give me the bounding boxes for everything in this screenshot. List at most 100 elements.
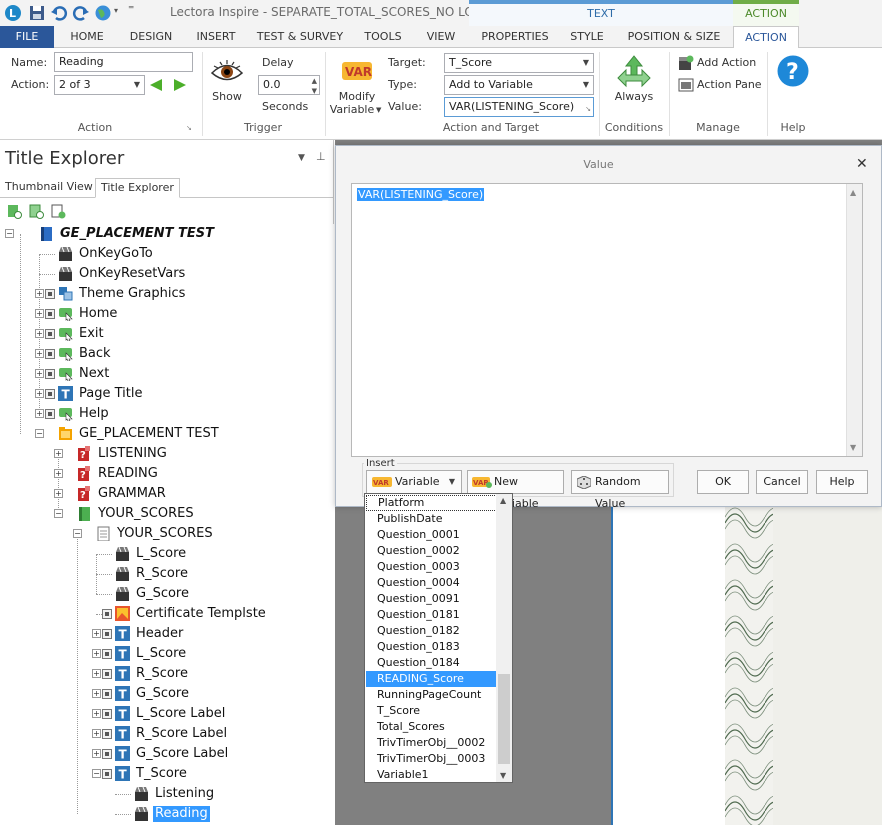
value-input[interactable]: VAR(LISTENING_Score) ↘	[444, 97, 594, 117]
action-pane-icon[interactable]	[678, 77, 694, 93]
tab-action[interactable]: ACTION	[733, 26, 799, 49]
collapse-icon[interactable]: −	[92, 769, 101, 778]
new-variable-button[interactable]: VAR New Variable	[467, 470, 564, 510]
undo-icon[interactable]	[50, 4, 68, 22]
name-input[interactable]: Reading	[54, 52, 193, 72]
visibility-checkbox[interactable]	[102, 749, 112, 759]
eye-icon[interactable]	[210, 58, 244, 86]
variable-list-item[interactable]: RunningPageCount	[366, 687, 497, 703]
tab-title-explorer[interactable]: Title Explorer	[95, 178, 180, 198]
variable-list-item[interactable]: Platform	[366, 495, 497, 511]
add-chapter-icon[interactable]	[6, 203, 22, 219]
tab-position-size[interactable]: POSITION & SIZE	[624, 26, 724, 48]
cancel-button[interactable]: Cancel	[756, 470, 808, 494]
random-value-button[interactable]: Random Value	[571, 470, 669, 510]
variable-list-item[interactable]: Question_0184	[366, 655, 497, 671]
qat-dropdown-icon[interactable]: ▾	[114, 6, 118, 15]
textarea-scrollbar[interactable]: ▲ ▼	[846, 184, 862, 456]
variable-list-item[interactable]: Question_0091	[366, 591, 497, 607]
visibility-checkbox[interactable]	[102, 609, 112, 619]
visibility-checkbox[interactable]	[102, 769, 112, 779]
variable-list-item[interactable]: T_Score	[366, 703, 497, 719]
expand-icon[interactable]: +	[54, 489, 63, 498]
expand-icon[interactable]: +	[92, 669, 101, 678]
variable-list-item[interactable]: Question_0183	[366, 639, 497, 655]
type-combo[interactable]: Add to Variable ▼	[444, 75, 594, 95]
action-pane-label[interactable]: Action Pane	[697, 78, 762, 91]
visibility-checkbox[interactable]	[45, 289, 55, 299]
expand-icon[interactable]: +	[35, 369, 44, 378]
panel-menu-icon[interactable]: ▼	[298, 153, 305, 163]
visibility-checkbox[interactable]	[45, 309, 55, 319]
add-action-icon[interactable]	[678, 55, 694, 71]
tab-file[interactable]: FILE	[0, 26, 54, 48]
variable-dropdown-list[interactable]: Platform PublishDate Question_0001 Question…	[364, 493, 513, 783]
scroll-up-icon[interactable]: ▲	[500, 496, 506, 505]
variable-list-item[interactable]: Total_Scores	[366, 719, 497, 735]
collapse-icon[interactable]: −	[35, 429, 44, 438]
pin-icon[interactable]: ⊥	[316, 150, 326, 163]
expand-icon[interactable]: +	[92, 689, 101, 698]
add-action-label[interactable]: Add Action	[697, 56, 756, 69]
visibility-checkbox[interactable]	[45, 349, 55, 359]
value-textarea[interactable]: VAR(LISTENING_Score) ▲ ▼	[351, 183, 863, 457]
dropdown-scrollbar[interactable]: ▲ ▼	[496, 494, 512, 782]
expand-icon[interactable]: +	[35, 409, 44, 418]
close-icon[interactable]: ✕	[856, 156, 868, 172]
chevron-down-icon[interactable]: ▼	[376, 106, 381, 114]
variable-list-item[interactable]: TrivTimerObj__0002	[366, 735, 497, 751]
expand-icon[interactable]: +	[92, 729, 101, 738]
variable-list-item[interactable]: Question_0002	[366, 543, 497, 559]
tab-home[interactable]: HOME	[62, 26, 112, 48]
collapse-icon[interactable]: −	[73, 529, 82, 538]
spinner-down-icon[interactable]: ▼	[312, 82, 317, 94]
expand-icon[interactable]: +	[35, 349, 44, 358]
help-button[interactable]: Help	[816, 470, 868, 494]
visibility-checkbox[interactable]	[45, 409, 55, 419]
show-label[interactable]: Show	[208, 90, 246, 103]
always-label[interactable]: Always	[606, 90, 662, 103]
expand-icon[interactable]: +	[35, 329, 44, 338]
next-action-arrow-icon[interactable]	[172, 77, 188, 93]
ok-button[interactable]: OK	[697, 470, 749, 494]
dialog-launcher-icon[interactable]: ↘	[186, 124, 192, 132]
variable-list-item[interactable]: Question_0181	[366, 607, 497, 623]
variable-list-item[interactable]: Question_0004	[366, 575, 497, 591]
variable-list-item[interactable]: Variable1	[366, 767, 497, 783]
variable-list-item[interactable]: Question_0001	[366, 527, 497, 543]
expand-icon[interactable]: +	[92, 649, 101, 658]
delay-spinner[interactable]: 0.0 ▲ ▼	[258, 75, 320, 95]
visibility-checkbox[interactable]	[45, 329, 55, 339]
visibility-checkbox[interactable]	[45, 369, 55, 379]
expand-icon[interactable]: +	[35, 389, 44, 398]
expand-icon[interactable]: +	[35, 309, 44, 318]
tab-insert[interactable]: INSERT	[192, 26, 240, 48]
visibility-checkbox[interactable]	[45, 389, 55, 399]
previous-action-arrow-icon[interactable]	[148, 77, 164, 93]
lectora-logo-icon[interactable]: L	[4, 4, 22, 22]
visibility-checkbox[interactable]	[102, 729, 112, 739]
always-condition-icon[interactable]	[616, 54, 652, 90]
qat-customize-icon[interactable]: ⁼	[128, 2, 134, 16]
tab-test-survey[interactable]: TEST & SURVEY	[254, 26, 346, 48]
expand-icon[interactable]: +	[92, 629, 101, 638]
collapse-icon[interactable]: −	[5, 229, 14, 238]
expand-icon[interactable]: +	[92, 749, 101, 758]
visibility-checkbox[interactable]	[102, 629, 112, 639]
scroll-down-icon[interactable]: ▼	[500, 771, 506, 780]
tab-thumbnail-view[interactable]: Thumbnail View	[0, 178, 98, 198]
publish-globe-icon[interactable]	[94, 4, 112, 22]
collapse-icon[interactable]: −	[54, 509, 63, 518]
variable-list-item[interactable]: PublishDate	[366, 511, 497, 527]
action-index-combo[interactable]: 2 of 3 ▼	[54, 75, 145, 95]
value-dialog-launcher-icon[interactable]: ↘	[585, 100, 591, 116]
scroll-thumb[interactable]	[498, 674, 510, 764]
variable-label[interactable]: Variable	[328, 103, 376, 116]
variable-list-item[interactable]: Question_0003	[366, 559, 497, 575]
tab-tools[interactable]: TOOLS	[360, 26, 406, 48]
variable-list-item[interactable]: TrivTimerObj__0003	[366, 751, 497, 767]
visibility-checkbox[interactable]	[102, 689, 112, 699]
tab-properties[interactable]: PROPERTIES	[476, 26, 554, 48]
expand-icon[interactable]: +	[35, 289, 44, 298]
target-combo[interactable]: T_Score ▼	[444, 53, 594, 73]
